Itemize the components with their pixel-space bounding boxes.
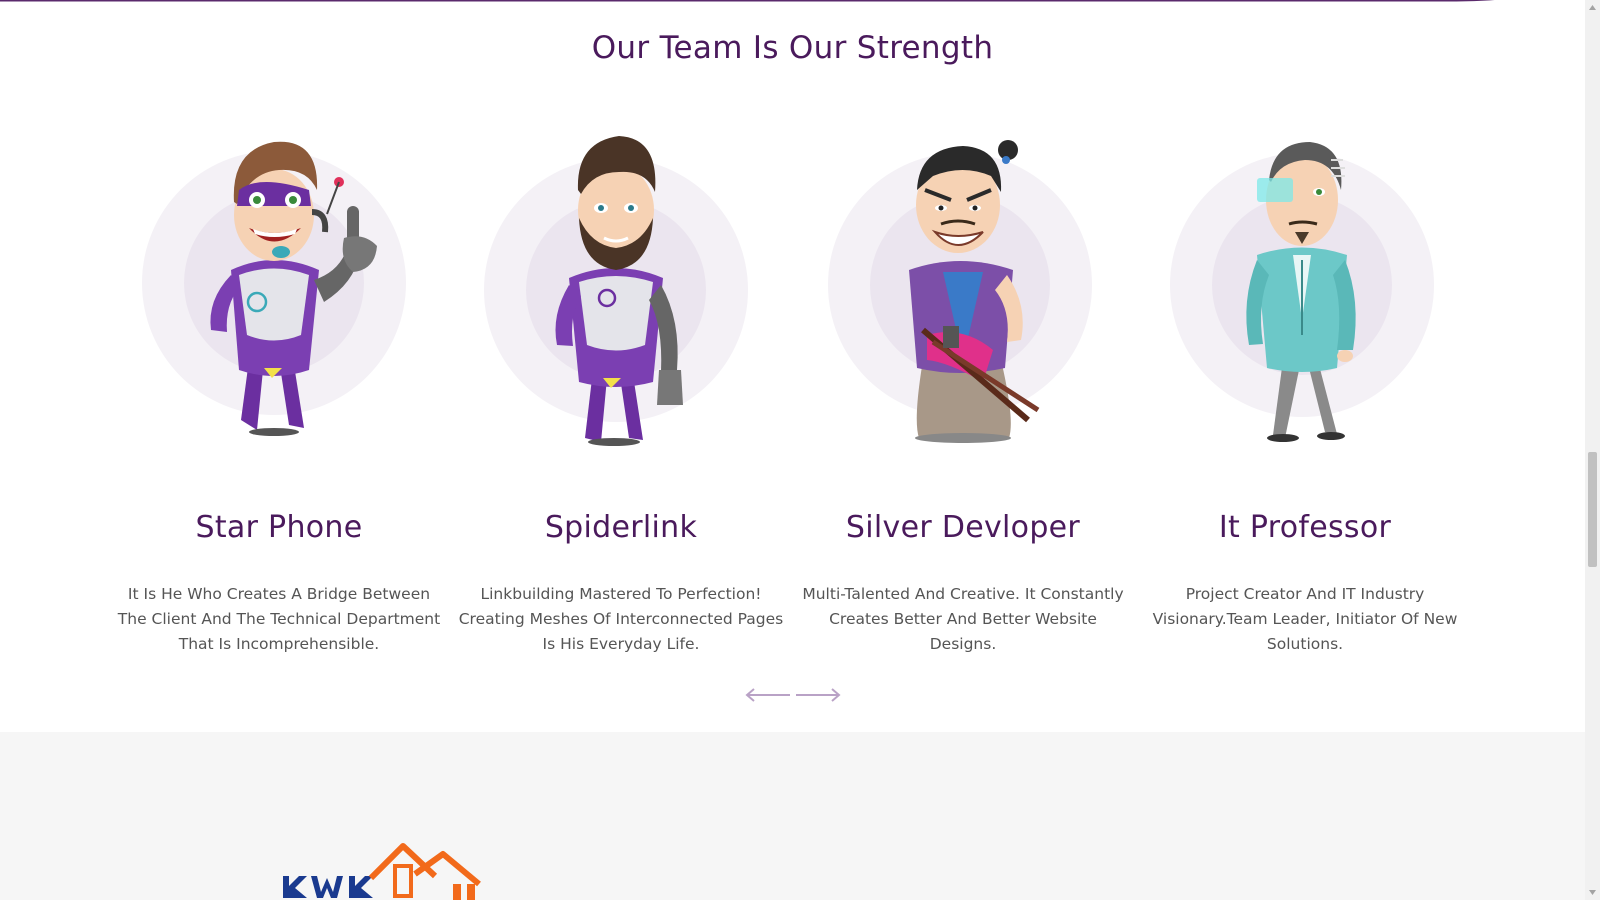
scrollbar-thumb[interactable] — [1588, 452, 1597, 567]
professor-hologram-glasses-icon — [1165, 120, 1445, 450]
footer — [0, 732, 1585, 900]
bearded-hero-icon — [481, 120, 761, 450]
member-name: It Professor — [1218, 510, 1392, 545]
scroll-down-icon[interactable] — [1585, 885, 1600, 900]
arrow-left-icon[interactable] — [744, 684, 792, 706]
team-member-card: Silver Devloper Multi-Talented And Creat… — [792, 120, 1134, 660]
member-description: Linkbuilding Mastered To Perfection! Cre… — [458, 585, 784, 653]
vertical-scrollbar[interactable] — [1585, 0, 1600, 900]
section-title: Our Team Is Our Strength — [591, 30, 994, 66]
superhero-headset-icon — [139, 120, 419, 450]
team-member-card: Spiderlink Linkbuilding Mastered To Perf… — [450, 120, 792, 660]
member-description: Multi-Talented And Creative. It Constant… — [802, 585, 1124, 653]
top-section-border — [0, 0, 1495, 2]
member-name: Spiderlink — [544, 510, 698, 545]
scroll-up-icon[interactable] — [1585, 0, 1600, 15]
member-name: Star Phone — [195, 510, 363, 545]
samurai-icon — [823, 120, 1103, 450]
member-description: It Is He Who Creates A Bridge Between Th… — [117, 585, 441, 653]
member-name: Silver Devloper — [845, 510, 1081, 545]
team-carousel: Star Phone It Is He Who Creates A Bridge… — [108, 120, 1476, 660]
carousel-navigation — [744, 684, 844, 706]
member-description: Project Creator And IT Industry Visionar… — [1152, 585, 1458, 653]
team-member-card: It Professor Project Creator And IT Indu… — [1134, 120, 1476, 660]
arrow-right-icon[interactable] — [794, 684, 842, 706]
company-logo[interactable] — [283, 838, 503, 900]
team-member-card: Star Phone It Is He Who Creates A Bridge… — [108, 120, 450, 660]
